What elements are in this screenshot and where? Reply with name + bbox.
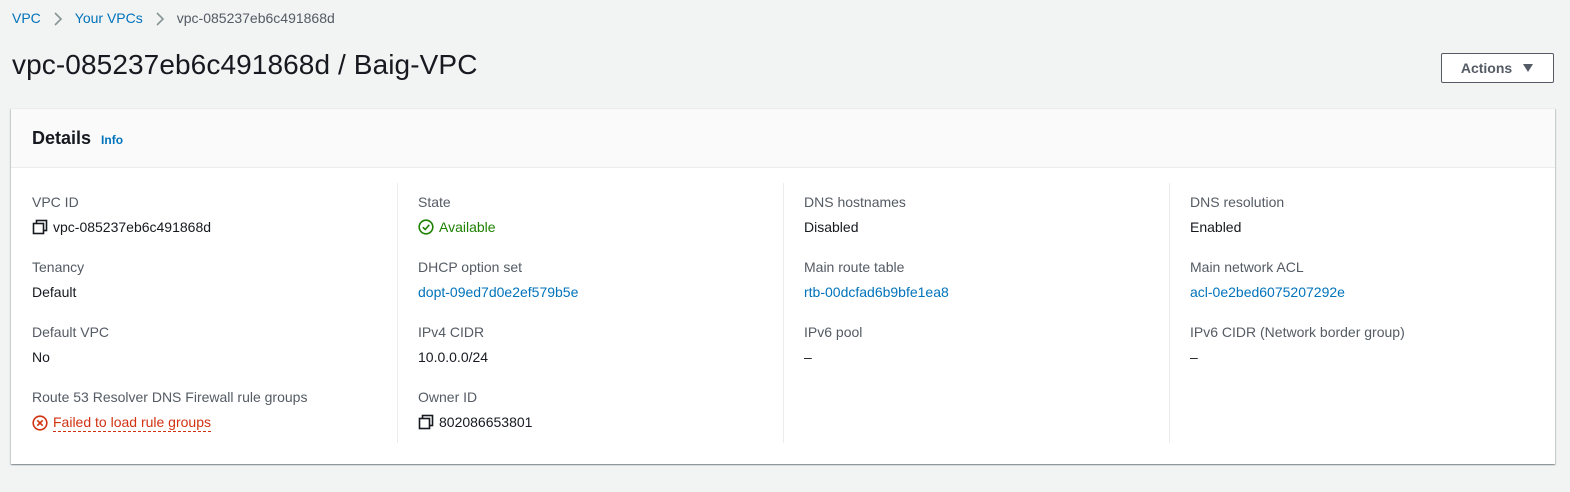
field-owner-id: Owner ID 802086653801 [418,378,783,443]
field-label: IPv6 pool [804,324,863,340]
field-value: Enabled [1190,219,1242,235]
field-route53-firewall: Route 53 Resolver DNS Firewall rule grou… [32,378,397,443]
breadcrumb-current: vpc-085237eb6c491868d [176,10,335,27]
field-label: IPv4 CIDR [418,324,485,340]
field-value: 10.0.0.0/24 [418,349,489,365]
check-circle-icon [418,219,434,235]
field-state: State Available [418,183,783,248]
copy-icon[interactable] [418,414,434,430]
field-ipv6-cidr: IPv6 CIDR (Network border group) – [1190,313,1555,378]
field-default-vpc: Default VPC No [32,313,397,378]
field-label: Tenancy [32,259,85,275]
details-heading: Details [32,127,92,148]
field-main-network-acl: Main network ACL acl-0e2bed6075207292e [1190,248,1555,313]
field-dhcp-option-set: DHCP option set dopt-09ed7d0e2ef579b5e [418,248,783,313]
field-label: Owner ID [418,389,478,405]
field-value: Default [32,284,77,300]
field-label: Route 53 Resolver DNS Firewall rule grou… [32,389,308,405]
actions-button[interactable]: Actions [1441,53,1554,83]
field-value: No [32,349,50,365]
breadcrumb-vpc[interactable]: VPC [12,10,41,26]
field-label: DNS resolution [1190,194,1285,210]
field-value: Disabled [804,219,859,235]
field-ipv6-pool: IPv6 pool – [804,313,1169,378]
field-value: 802086653801 [439,414,533,430]
field-label: DHCP option set [418,259,523,275]
caret-down-icon [1522,60,1534,76]
network-acl-link[interactable]: acl-0e2bed6075207292e [1190,284,1555,300]
field-label: VPC ID [32,194,79,210]
details-column-2: State Available DHCP option set dopt-09e… [397,183,783,443]
field-value: vpc-085237eb6c491868d [53,219,212,235]
chevron-right-icon [48,10,68,26]
actions-button-label: Actions [1460,60,1513,76]
field-value: – [1190,349,1198,365]
field-dns-resolution: DNS resolution Enabled [1190,183,1555,248]
info-link[interactable]: Info [101,133,123,147]
error-message[interactable]: Failed to load rule groups [53,414,211,432]
field-label: State [418,194,451,210]
details-column-3: DNS hostnames Disabled Main route table … [783,183,1169,443]
details-panel: Details Info VPC ID vpc-085237eb6c491868… [11,108,1555,464]
field-label: Main network ACL [1190,259,1304,275]
page-title: vpc-085237eb6c491868d / Baig-VPC [12,49,478,80]
details-column-1: VPC ID vpc-085237eb6c491868d Tenancy Def… [11,183,397,443]
details-column-4: DNS resolution Enabled Main network ACL … [1169,183,1555,443]
field-value: – [804,349,812,365]
field-main-route-table: Main route table rtb-00dcfad6b9bfe1ea8 [804,248,1169,313]
field-label: IPv6 CIDR (Network border group) [1190,324,1405,340]
field-label: DNS hostnames [804,194,906,210]
field-ipv4-cidr: IPv4 CIDR 10.0.0.0/24 [418,313,783,378]
field-tenancy: Tenancy Default [32,248,397,313]
field-dns-hostnames: DNS hostnames Disabled [804,183,1169,248]
status-text: Available [439,219,496,235]
field-label: Main route table [804,259,905,275]
dhcp-link[interactable]: dopt-09ed7d0e2ef579b5e [418,284,783,300]
breadcrumb-your-vpcs[interactable]: Your VPCs [75,10,143,26]
details-header: Details Info [11,109,1555,168]
chevron-right-icon [150,10,170,26]
copy-icon[interactable] [32,219,48,235]
field-label: Default VPC [32,324,110,340]
error-icon [32,415,48,431]
breadcrumb: VPC Your VPCs vpc-085237eb6c491868d [12,10,335,26]
route-table-link[interactable]: rtb-00dcfad6b9bfe1ea8 [804,284,1169,300]
field-vpc-id: VPC ID vpc-085237eb6c491868d [32,183,397,248]
